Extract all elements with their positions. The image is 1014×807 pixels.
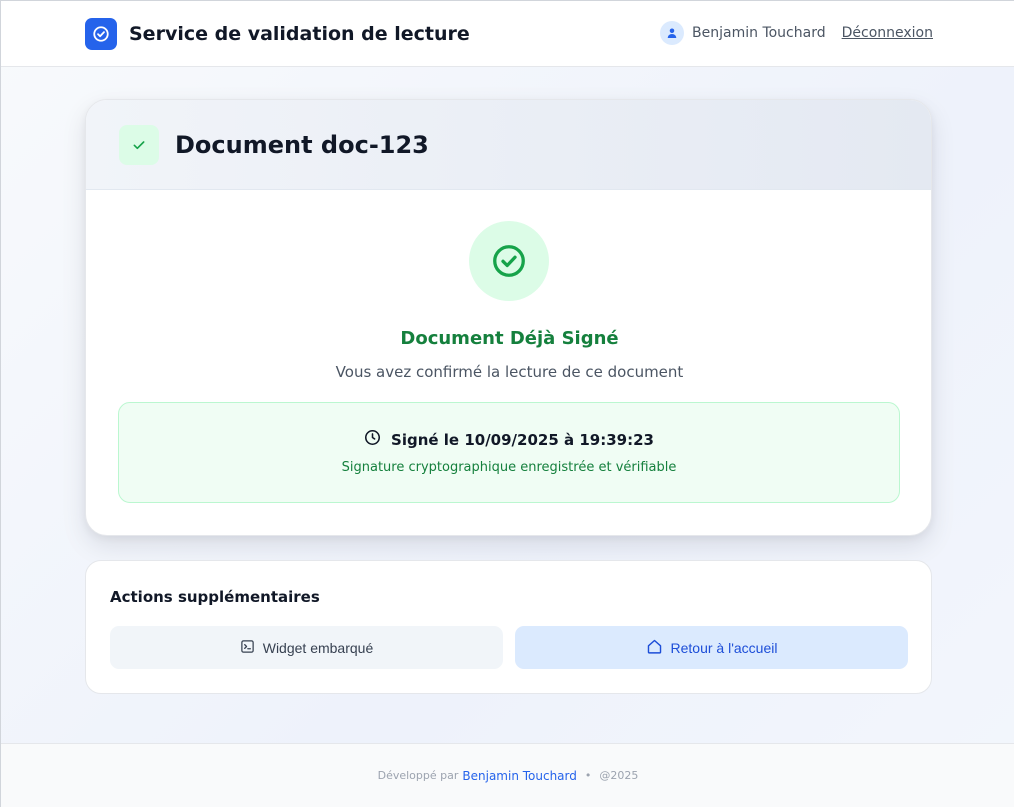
status-subtitle: Vous avez confirmé la lecture de ce docu… xyxy=(335,363,684,381)
user-area: Benjamin Touchard Déconnexion xyxy=(660,21,933,45)
check-icon xyxy=(119,124,159,165)
status-title: Document Déjà Signé xyxy=(400,328,619,349)
document-title: Document doc-123 xyxy=(175,130,429,159)
embedded-widget-label: Widget embarqué xyxy=(262,639,374,656)
actions-panel: Actions supplémentaires Widget embarqué … xyxy=(85,560,932,694)
logout-link[interactable]: Déconnexion xyxy=(842,25,933,41)
footer-author-link[interactable]: Benjamin Touchard xyxy=(462,769,577,783)
brand: Service de validation de lecture xyxy=(85,18,470,50)
home-icon xyxy=(646,638,663,658)
footer-prefix: Développé par xyxy=(377,769,459,782)
terminal-icon xyxy=(240,639,255,657)
document-card-header: Document doc-123 xyxy=(86,100,931,190)
document-card: Document doc-123 Document Déjà Signé Vou… xyxy=(85,99,932,536)
user-name: Benjamin Touchard xyxy=(692,25,826,41)
check-circle-icon xyxy=(85,18,117,50)
back-home-label: Retour à l'accueil xyxy=(670,639,778,656)
signature-date-line: Signé le 10/09/2025 à 19:39:23 xyxy=(119,429,899,450)
footer-year: @2025 xyxy=(599,769,639,782)
signed-at: Signé le 10/09/2025 à 19:39:23 xyxy=(391,430,654,449)
actions-title: Actions supplémentaires xyxy=(110,588,320,606)
back-home-button[interactable]: Retour à l'accueil xyxy=(515,626,908,669)
signed-status-icon xyxy=(469,221,549,301)
user-icon xyxy=(660,21,685,45)
signature-box: Signé le 10/09/2025 à 19:39:23 Signature… xyxy=(118,402,900,503)
clock-icon xyxy=(364,429,381,450)
signature-note: Signature cryptographique enregistrée et… xyxy=(341,460,677,475)
app-title: Service de validation de lecture xyxy=(129,23,470,45)
footer: Développé par Benjamin Touchard • @2025 xyxy=(1,743,1014,807)
footer-separator: • xyxy=(584,769,592,782)
top-bar: Service de validation de lecture Benjami… xyxy=(1,0,1014,67)
embedded-widget-button[interactable]: Widget embarqué xyxy=(110,626,503,669)
